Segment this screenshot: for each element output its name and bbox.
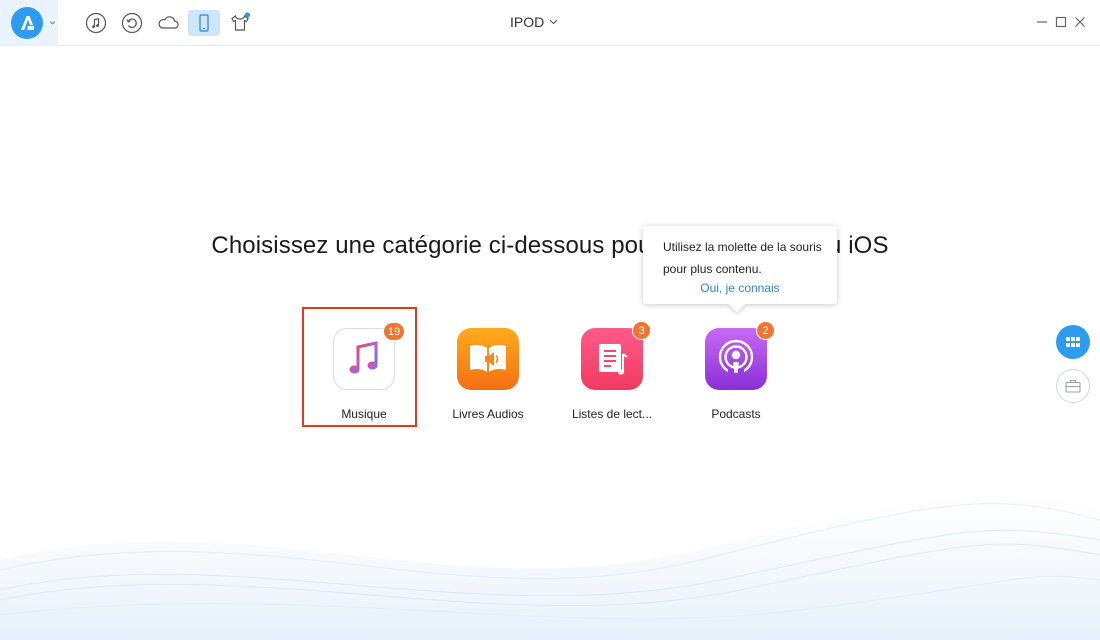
grid-view-button[interactable] [1056,325,1090,359]
close-icon[interactable] [1073,15,1087,29]
music-note-icon[interactable]: 19 [333,322,406,390]
minimize-icon[interactable] [1035,15,1049,29]
category-podcasts[interactable]: 2 Podcasts [680,321,792,428]
category-label: Podcasts [711,407,761,421]
app-logo-icon[interactable] [11,7,43,39]
grid-icon [1066,337,1080,347]
toolbox-button[interactable] [1056,369,1090,403]
page-title: Choisissez une catégorie ci-dessous pour… [211,232,889,259]
audiobook-icon[interactable] [457,328,519,390]
category-label: Livres Audios [452,407,524,421]
maximize-icon[interactable] [1054,15,1068,29]
chevron-down-icon[interactable] [48,18,57,27]
toolbox-icon [1065,379,1081,393]
category-label: Listes de lect... [571,407,653,421]
count-badge: 3 [632,321,651,340]
top-bar: IPOD [0,0,1100,46]
count-badge: 2 [756,321,775,340]
count-badge: 19 [383,322,406,341]
category-music[interactable]: 19 Musique [308,322,420,428]
device-selector[interactable]: IPOD [510,14,558,30]
tooltip-text: Utilisez la molette de la souris pour pl… [663,236,833,280]
category-playlists[interactable]: 3 Listes de lect... [556,321,668,428]
tooltip-line-2: pour plus contenu. [663,262,762,276]
podcast-icon[interactable]: 2 [705,321,775,390]
music-icon[interactable] [83,10,109,36]
chevron-down-icon [549,19,558,25]
tooltip-line-1: Utilisez la molette de la souris [663,240,822,254]
tshirt-icon[interactable] [227,10,253,36]
history-icon[interactable] [119,10,145,36]
scroll-hint-tooltip: Utilisez la molette de la souris pour pl… [643,226,837,313]
category-audiobooks[interactable]: Livres Audios [432,328,544,428]
cloud-icon[interactable] [155,10,181,36]
background-waves [0,493,1100,640]
category-label: Musique [341,407,387,421]
dismiss-tooltip-link[interactable]: Oui, je connais [643,281,837,295]
device-name: IPOD [510,14,545,30]
playlist-icon[interactable]: 3 [581,321,651,390]
app-menu[interactable] [0,0,58,46]
device-icon[interactable] [188,10,220,36]
